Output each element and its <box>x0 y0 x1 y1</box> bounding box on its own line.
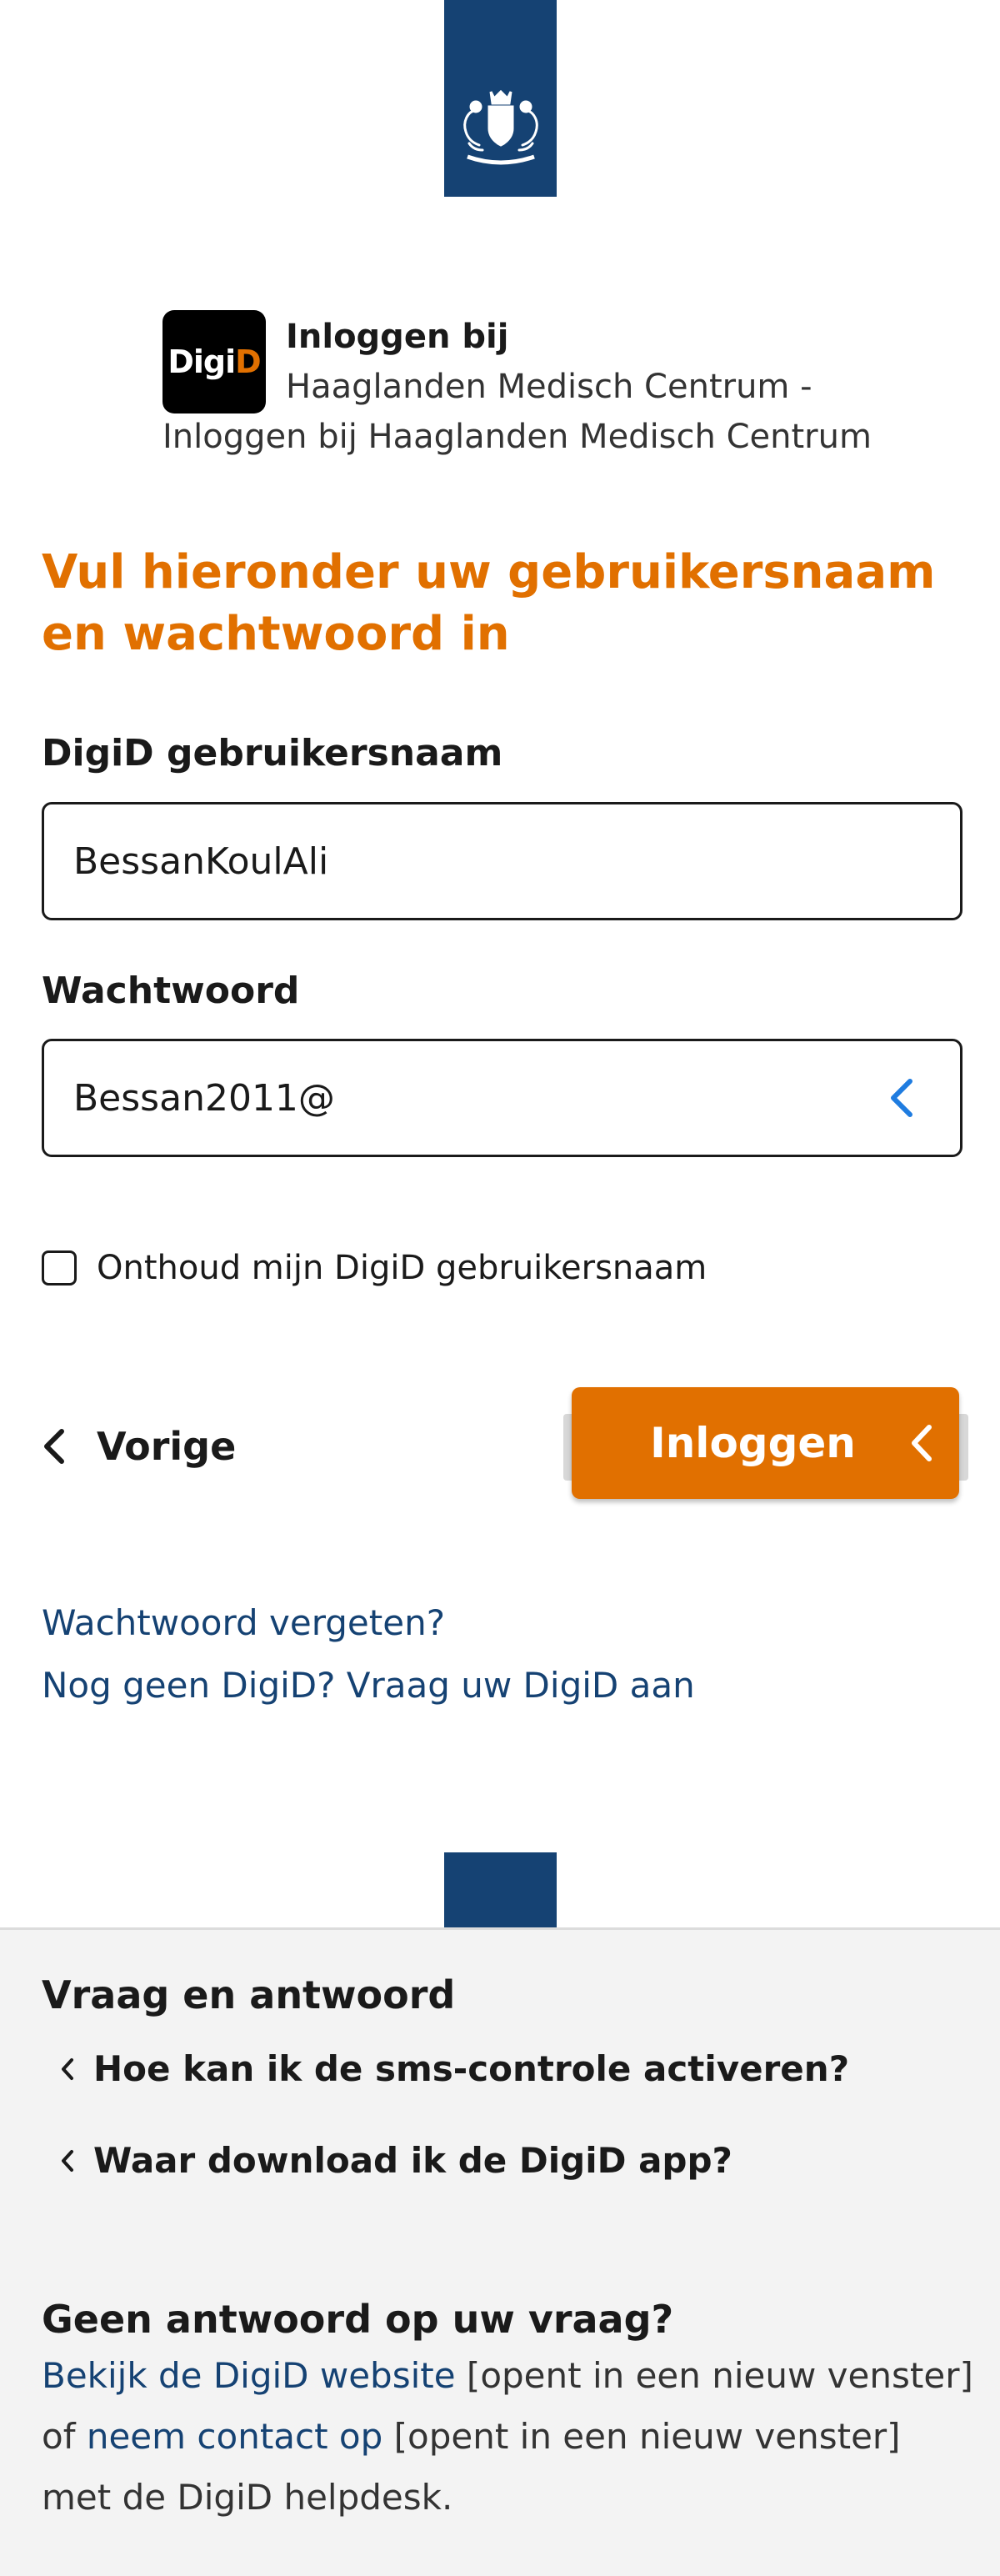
rijksoverheid-emblem-icon <box>462 89 538 165</box>
remember-label: Onthoud mijn DigiD gebruikersnaam <box>97 1249 708 1287</box>
contact-link[interactable]: neem contact op <box>87 2416 382 2457</box>
reveal-password-icon[interactable] <box>868 1065 935 1131</box>
digid-logo-accent: D <box>235 343 262 380</box>
header-service-line2: Inloggen bij Haaglanden Medisch Centrum <box>162 418 872 456</box>
password-field[interactable]: Bessan2011@ <box>42 1039 962 1157</box>
faq-item-label: Hoe kan ik de sms-controle activeren? <box>93 2048 850 2089</box>
footer-ribbon <box>444 1852 557 1929</box>
header-title: Inloggen bij <box>286 318 509 356</box>
login-button[interactable]: Inloggen <box>572 1387 959 1499</box>
helpdesk-text: Bekijk de DigiD website [opent in een ni… <box>42 2345 975 2528</box>
username-value: BessanKoulAli <box>73 839 329 883</box>
header-service-line1: Haaglanden Medisch Centrum - <box>286 368 812 406</box>
faq-item[interactable]: Waar download ik de DigiD app? <box>60 2140 732 2181</box>
rijksoverheid-logo <box>444 0 557 197</box>
remember-username[interactable]: Onthoud mijn DigiD gebruikersnaam <box>42 1249 707 1287</box>
faq-heading: Vraag en antwoord <box>42 1972 456 2017</box>
chevron-left-icon <box>44 1429 64 1464</box>
login-label: Inloggen <box>650 1419 856 1467</box>
remember-checkbox[interactable] <box>42 1250 77 1285</box>
back-button[interactable]: Vorige <box>42 1424 236 1469</box>
chevron-left-icon <box>62 2149 73 2172</box>
forgot-password-link[interactable]: Wachtwoord vergeten? <box>42 1602 445 1643</box>
digid-logo: Digi D <box>162 310 266 413</box>
password-value: Bessan2011@ <box>73 1076 335 1120</box>
password-label: Wachtwoord <box>42 970 300 1012</box>
username-label: DigiD gebruikersnaam <box>42 732 503 774</box>
digid-website-link[interactable]: Bekijk de DigiD website <box>42 2355 456 2396</box>
request-digid-link[interactable]: Nog geen DigiD? Vraag uw DigiD aan <box>42 1665 695 1706</box>
faq-item[interactable]: Hoe kan ik de sms-controle activeren? <box>60 2048 849 2089</box>
no-answer-heading: Geen antwoord op uw vraag? <box>42 2297 674 2342</box>
chevron-left-icon <box>62 2057 73 2080</box>
faq-item-label: Waar download ik de DigiD app? <box>93 2140 732 2181</box>
chevron-left-icon <box>912 1425 932 1461</box>
digid-logo-text: Digi <box>168 343 236 380</box>
page: Digi D Inloggen bij Haaglanden Medisch Ce… <box>0 0 1000 2576</box>
form-heading: Vul hieronder uw gebruikersnaam en wacht… <box>42 545 936 661</box>
back-label: Vorige <box>97 1424 237 1469</box>
username-field[interactable]: BessanKoulAli <box>42 802 962 920</box>
